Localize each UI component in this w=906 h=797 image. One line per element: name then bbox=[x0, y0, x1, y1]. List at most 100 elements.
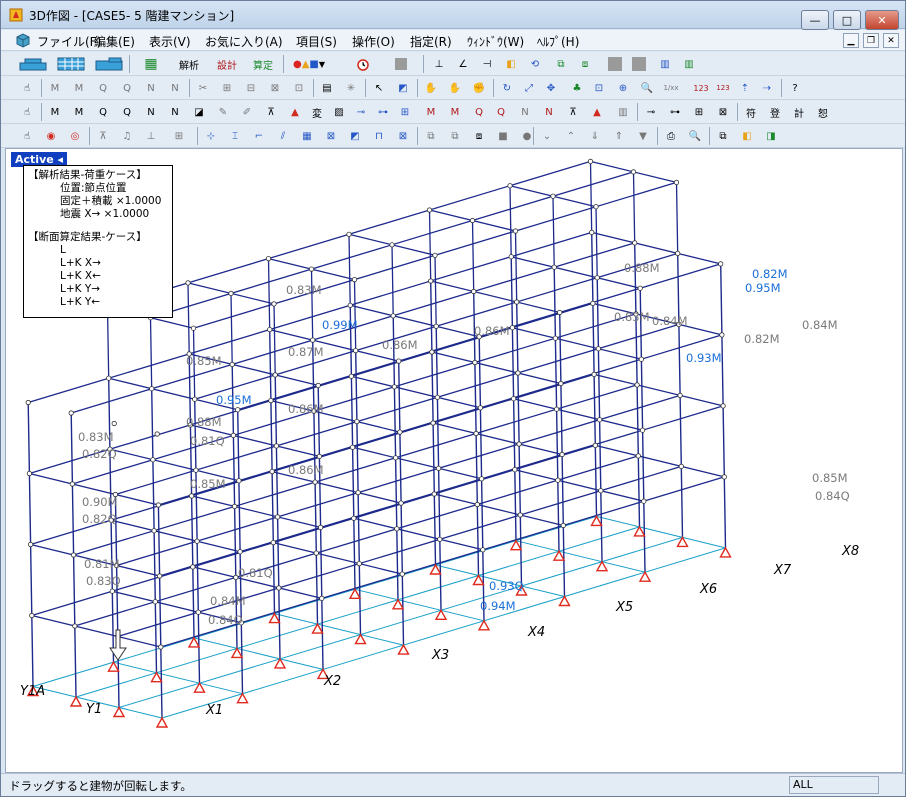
cascade-icon[interactable]: ◧ bbox=[737, 127, 757, 145]
help-icon[interactable]: ? bbox=[785, 79, 805, 97]
hand-edit-icon[interactable]: ☝ bbox=[17, 127, 37, 145]
fit-icon[interactable]: ⊡ bbox=[589, 79, 609, 97]
arrow-up-icon[interactable]: ⇡ bbox=[735, 79, 755, 97]
print-preview-icon[interactable]: 🔍 bbox=[685, 127, 705, 145]
mb-display-icon[interactable]: M bbox=[45, 79, 65, 97]
move-icon[interactable]: ⤢ bbox=[519, 79, 539, 97]
copy-alt-icon[interactable]: ⧉ bbox=[445, 127, 465, 145]
stop-icon[interactable] bbox=[391, 55, 411, 73]
double-down-icon[interactable]: ⇓ bbox=[585, 127, 605, 145]
triangle-down-icon[interactable]: ▼ bbox=[633, 127, 653, 145]
extra-button[interactable]: 恕 bbox=[813, 103, 833, 121]
m-result-icon[interactable]: M bbox=[45, 103, 65, 121]
view-box-icon[interactable]: ⧉ bbox=[551, 55, 571, 73]
document-icon[interactable] bbox=[15, 33, 31, 48]
mu-box-icon[interactable]: M bbox=[445, 103, 465, 121]
hand-select-icon[interactable]: ☝ bbox=[17, 103, 37, 121]
wall-alt-icon[interactable]: ▥ bbox=[613, 103, 633, 121]
brace-add-icon[interactable]: ⫽ bbox=[273, 127, 293, 145]
scale-icon[interactable]: 1/xx bbox=[661, 79, 681, 97]
box-add-icon[interactable]: ⊠ bbox=[393, 127, 413, 145]
pan-hand-icon[interactable]: ✋ bbox=[421, 79, 441, 97]
frame-view-icon[interactable] bbox=[93, 55, 125, 73]
menu-window[interactable]: ｳｨﾝﾄﾞｳ(W) bbox=[467, 33, 524, 50]
qu-icon[interactable]: Q bbox=[469, 103, 489, 121]
cube-tool-icon[interactable]: ◧ bbox=[501, 55, 521, 73]
numbering-alt-icon[interactable]: 123 bbox=[713, 79, 733, 97]
stair-icon[interactable]: ⊞ bbox=[689, 103, 709, 121]
q-box-result-icon[interactable]: Q bbox=[117, 103, 137, 121]
brush-icon[interactable]: ✐ bbox=[237, 103, 257, 121]
end-icon[interactable]: ⊞ bbox=[217, 79, 237, 97]
node-box-icon[interactable]: ⊞ bbox=[395, 103, 415, 121]
change-button[interactable]: 変 bbox=[307, 103, 327, 121]
double-up-icon[interactable]: ⇑ bbox=[609, 127, 629, 145]
mdi-close-button[interactable]: ✕ bbox=[883, 33, 899, 48]
alarm-icon[interactable] bbox=[353, 55, 373, 73]
graph-icon[interactable]: ▨ bbox=[329, 103, 349, 121]
numbering-icon[interactable]: 123 bbox=[691, 79, 711, 97]
menu-operation[interactable]: 操作(O) bbox=[352, 33, 395, 50]
signal-alt-icon[interactable]: ◎ bbox=[65, 127, 85, 145]
register-button[interactable]: 登 bbox=[765, 103, 785, 121]
symbol-button[interactable]: 符 bbox=[741, 103, 761, 121]
calc-button[interactable]: 計 bbox=[789, 103, 809, 121]
grid-view-icon[interactable] bbox=[55, 55, 87, 73]
grid-icon[interactable]: ⊞ bbox=[169, 127, 189, 145]
mu-icon[interactable]: M bbox=[421, 103, 441, 121]
reaction-icon[interactable]: ⊼ bbox=[261, 103, 281, 121]
chevron-up-icon[interactable]: ⌃ bbox=[561, 127, 581, 145]
slider-alt-icon[interactable]: ⊶ bbox=[665, 103, 685, 121]
menu-specify[interactable]: 指定(R) bbox=[410, 33, 452, 50]
slider-icon[interactable]: ⊸ bbox=[641, 103, 661, 121]
columns-color-icon[interactable]: ▥ bbox=[679, 55, 699, 73]
n-box-result-icon[interactable]: N bbox=[165, 103, 185, 121]
zoom-in-icon[interactable]: ⊕ bbox=[613, 79, 633, 97]
support-alt-icon[interactable]: ▲ bbox=[587, 103, 607, 121]
line-tool-icon[interactable]: ⊥ bbox=[429, 55, 449, 73]
bell-icon[interactable]: ♫ bbox=[117, 127, 137, 145]
slab-add-icon[interactable]: ◩ bbox=[345, 127, 365, 145]
dimension-tool-icon[interactable]: ⊣ bbox=[477, 55, 497, 73]
floor-add-icon[interactable]: ▦ bbox=[297, 127, 317, 145]
pan-hand-alt-icon[interactable]: ✋ bbox=[445, 79, 465, 97]
menu-edit[interactable]: 編集(E) bbox=[94, 33, 135, 50]
hand-tool-icon[interactable]: ☝ bbox=[17, 79, 37, 97]
tree-icon[interactable]: ♣ bbox=[567, 79, 587, 97]
maximize-button[interactable]: □ bbox=[833, 10, 861, 30]
analysis-button[interactable]: 解析 bbox=[173, 55, 205, 73]
frame-add-icon[interactable]: ⊓ bbox=[369, 127, 389, 145]
qu-box-icon[interactable]: Q bbox=[491, 103, 511, 121]
title-bar[interactable]: 3D作図 - [CASE5- 5 階建マンション] — □ ✕ bbox=[1, 1, 905, 30]
paste-icon[interactable]: ⧈ bbox=[469, 127, 489, 145]
beam-add-icon[interactable]: ⌐ bbox=[249, 127, 269, 145]
node-alt-icon[interactable]: ⊶ bbox=[373, 103, 393, 121]
close-button[interactable]: ✕ bbox=[865, 10, 899, 30]
sparkle-icon[interactable]: ✳ bbox=[341, 79, 361, 97]
table-icon[interactable]: ▤ bbox=[317, 79, 337, 97]
angle-tool-icon[interactable]: ∠ bbox=[453, 55, 473, 73]
crane-icon[interactable]: ⊼ bbox=[93, 127, 113, 145]
panel-icon[interactable]: ⊠ bbox=[265, 79, 285, 97]
lift-icon[interactable]: ⊥ bbox=[141, 127, 161, 145]
minimize-button[interactable]: — bbox=[801, 10, 829, 30]
mdi-restore-button[interactable]: ❐ bbox=[863, 33, 879, 48]
design-button[interactable]: 設計 bbox=[211, 55, 243, 73]
arrow-right-icon[interactable]: ⇢ bbox=[757, 79, 777, 97]
node-add-icon[interactable]: ⊹ bbox=[201, 127, 221, 145]
deform-icon[interactable]: ◪ bbox=[189, 103, 209, 121]
menu-items[interactable]: 項目(S) bbox=[296, 33, 337, 50]
copy-icon[interactable]: ⧉ bbox=[421, 127, 441, 145]
column-add-icon[interactable]: ⌶ bbox=[225, 127, 245, 145]
gray-block-alt-icon[interactable] bbox=[629, 55, 649, 73]
tile-icon[interactable]: ◨ bbox=[761, 127, 781, 145]
hinge-icon[interactable]: ✂ bbox=[193, 79, 213, 97]
support-icon[interactable]: ▲ bbox=[285, 103, 305, 121]
signal-icon[interactable]: ◉ bbox=[41, 127, 61, 145]
nu-icon[interactable]: N bbox=[515, 103, 535, 121]
nu-box-icon[interactable]: N bbox=[539, 103, 559, 121]
n-result-icon[interactable]: N bbox=[141, 103, 161, 121]
rotate-cube-icon[interactable]: ⟲ bbox=[525, 55, 545, 73]
zoom-icon[interactable]: 🔍 bbox=[637, 79, 657, 97]
menu-file[interactable]: ファイル(F) bbox=[37, 33, 101, 50]
